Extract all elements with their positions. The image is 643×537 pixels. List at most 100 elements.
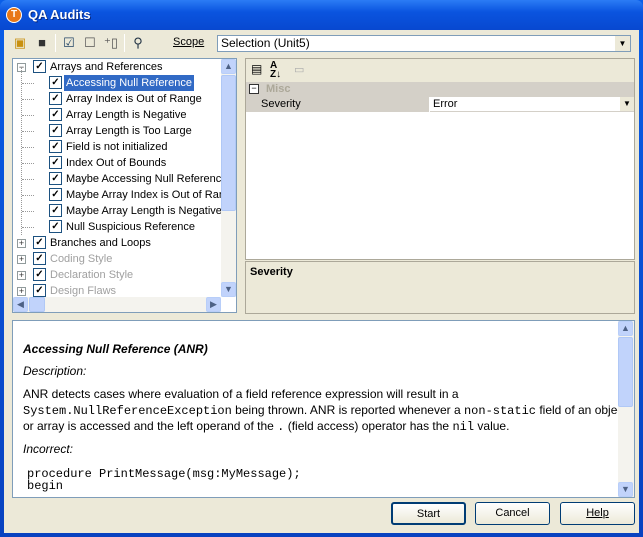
scroll-up-icon[interactable]: ▲ xyxy=(618,321,633,336)
tree-item[interactable]: ✓ Array Index is Out of Range xyxy=(13,91,223,107)
checkbox[interactable]: ✓ xyxy=(49,188,62,201)
tree-item-label: Accessing Null Reference xyxy=(64,75,194,91)
scroll-thumb[interactable] xyxy=(618,337,633,407)
checkbox[interactable]: ✓ xyxy=(49,204,62,217)
tree-line xyxy=(22,163,34,164)
checkbox[interactable]: ✓ xyxy=(33,284,46,297)
help-pane: Accessing Null Reference (ANR) Descripti… xyxy=(12,320,635,498)
categorized-icon[interactable]: ▤ xyxy=(251,62,262,76)
scroll-up-icon[interactable]: ▲ xyxy=(221,59,236,74)
chevron-down-icon[interactable]: ▼ xyxy=(620,97,634,111)
help-scrollbar[interactable]: ▲ ▼ xyxy=(618,321,634,497)
checkbox[interactable]: ✓ xyxy=(49,76,62,89)
checkbox[interactable]: ✓ xyxy=(49,140,62,153)
checkbox[interactable]: ✓ xyxy=(49,108,62,121)
expand-icon[interactable]: + xyxy=(17,287,26,296)
checkbox[interactable]: ✓ xyxy=(49,124,62,137)
sort-alphabetical-icon[interactable]: A Z↓ xyxy=(270,61,281,80)
property-pages-icon[interactable]: ▭ xyxy=(294,63,304,76)
tree-item[interactable]: ✓ Null Suspicious Reference xyxy=(13,219,223,235)
app-icon: T xyxy=(6,7,22,23)
tree-line xyxy=(22,99,34,100)
help-title: Accessing Null Reference (ANR) xyxy=(23,342,208,356)
tree-item[interactable]: ✓ Index Out of Bounds xyxy=(13,155,223,171)
uncheck-icon[interactable]: ☐ xyxy=(82,35,98,51)
tree-vscrollbar[interactable]: ▲ ▼ xyxy=(221,59,236,297)
tree-item-label: Null Suspicious Reference xyxy=(66,221,196,233)
tree-item[interactable]: ✓ Array Length is Too Large xyxy=(13,123,223,139)
qa-audits-window: T QA Audits ▣ ■ ☑ ☐ ⁺▯ ⚲ Scope Selection… xyxy=(0,0,643,537)
audit-tree: − ✓ Arrays and References ✓ Accessing Null R… xyxy=(12,58,237,313)
checkbox[interactable]: ✓ xyxy=(33,252,46,265)
chevron-down-icon[interactable]: ▼ xyxy=(615,36,630,51)
incorrect-label: Incorrect: xyxy=(23,442,74,456)
tree-line xyxy=(22,211,34,212)
cancel-button[interactable]: Cancel xyxy=(475,502,550,525)
expand-icon[interactable]: + xyxy=(17,239,26,248)
tree-item[interactable]: ✓ Maybe Array Length is Negative xyxy=(13,203,223,219)
scroll-right-icon[interactable]: ▶ xyxy=(206,297,221,312)
help-button[interactable]: Help xyxy=(560,502,635,525)
save-icon[interactable]: ■ xyxy=(34,35,50,51)
binoculars-icon[interactable]: ⚲ xyxy=(130,35,146,51)
check-all-icon[interactable]: ☑ xyxy=(61,35,77,51)
tree-item[interactable]: + ✓ Coding Style xyxy=(13,251,223,267)
start-button[interactable]: Start xyxy=(391,502,466,525)
scroll-down-icon[interactable]: ▼ xyxy=(618,482,633,497)
property-name: Severity xyxy=(261,98,301,110)
description-label: Description: xyxy=(23,364,87,378)
tree-item[interactable]: − ✓ Arrays and References xyxy=(13,59,223,75)
category-row[interactable]: − Misc xyxy=(246,82,634,97)
toolbar-separator xyxy=(55,34,56,52)
new-audit-icon[interactable]: ⁺▯ xyxy=(103,35,119,51)
tree-item-label: Array Length is Too Large xyxy=(66,125,192,137)
title-bar[interactable]: T QA Audits xyxy=(0,0,643,30)
tree-item-label: Array Length is Negative xyxy=(66,109,187,121)
collapse-icon[interactable]: − xyxy=(249,84,259,94)
property-row-severity[interactable]: Severity Error ▼ xyxy=(246,97,634,112)
scroll-thumb[interactable] xyxy=(29,297,45,312)
dialog-client: ▣ ■ ☑ ☐ ⁺▯ ⚲ Scope Selection (Unit5) ▼ − ✓… xyxy=(4,30,639,533)
tree-item[interactable]: ✓ Maybe Accessing Null Reference xyxy=(13,171,227,187)
tree-item[interactable]: ✓ Array Length is Negative xyxy=(13,107,223,123)
tree-item[interactable]: + ✓ Declaration Style xyxy=(13,267,223,283)
checkbox[interactable]: ✓ xyxy=(33,60,46,73)
tree-item[interactable]: ✓ Maybe Array Index is Out of Range xyxy=(13,187,236,203)
checkbox[interactable]: ✓ xyxy=(49,156,62,169)
scroll-thumb[interactable] xyxy=(221,75,236,211)
checkbox[interactable]: ✓ xyxy=(33,268,46,281)
tree-item[interactable]: + ✓ Branches and Loops xyxy=(13,235,223,251)
tree-item-label: Declaration Style xyxy=(50,269,134,281)
tree-line xyxy=(21,67,22,235)
checkbox[interactable]: ✓ xyxy=(49,92,62,105)
open-folder-icon[interactable]: ▣ xyxy=(12,35,28,51)
scroll-left-icon[interactable]: ◀ xyxy=(13,297,28,312)
help-text-line: ANR detects cases where evaluation of a … xyxy=(23,387,459,401)
tree-item[interactable]: ✓ Field is not initialized xyxy=(13,139,223,155)
tree-item-label: Maybe Accessing Null Reference xyxy=(66,173,228,185)
expand-icon[interactable]: + xyxy=(17,271,26,280)
expand-icon[interactable]: + xyxy=(17,255,26,264)
tree-item-label: Maybe Array Length is Negative xyxy=(66,205,222,217)
tree-hscrollbar[interactable]: ◀ ▶ xyxy=(13,297,221,312)
tree-line xyxy=(22,179,34,180)
checkbox[interactable]: ✓ xyxy=(33,236,46,249)
checkbox[interactable]: ✓ xyxy=(49,172,62,185)
tree-item-label: Field is not initialized xyxy=(66,141,168,153)
tree-line xyxy=(22,195,34,196)
checkbox[interactable]: ✓ xyxy=(49,220,62,233)
code-sample: procedure PrintMessage(msg:MyMessage); be… xyxy=(27,467,301,493)
scope-label: Scope xyxy=(173,36,205,48)
description-title: Severity xyxy=(250,266,293,278)
scope-combo[interactable]: Selection (Unit5) ▼ xyxy=(217,35,631,52)
severity-select[interactable]: Error ▼ xyxy=(430,97,634,112)
property-grid: ▤ A Z↓ ▭ − Misc Severity Error ▼ xyxy=(245,58,635,260)
help-text-line: System.NullReferenceException being thro… xyxy=(23,403,627,418)
tree-item-label: Branches and Loops xyxy=(50,237,151,249)
tree-item-label: Coding Style xyxy=(50,253,113,265)
tree-item-label: Arrays and References xyxy=(50,61,163,73)
tree-line xyxy=(22,227,34,228)
scope-value: Selection (Unit5) xyxy=(221,36,310,50)
tree-item[interactable]: ✓ Accessing Null Reference xyxy=(13,75,223,91)
scroll-down-icon[interactable]: ▼ xyxy=(221,282,236,297)
